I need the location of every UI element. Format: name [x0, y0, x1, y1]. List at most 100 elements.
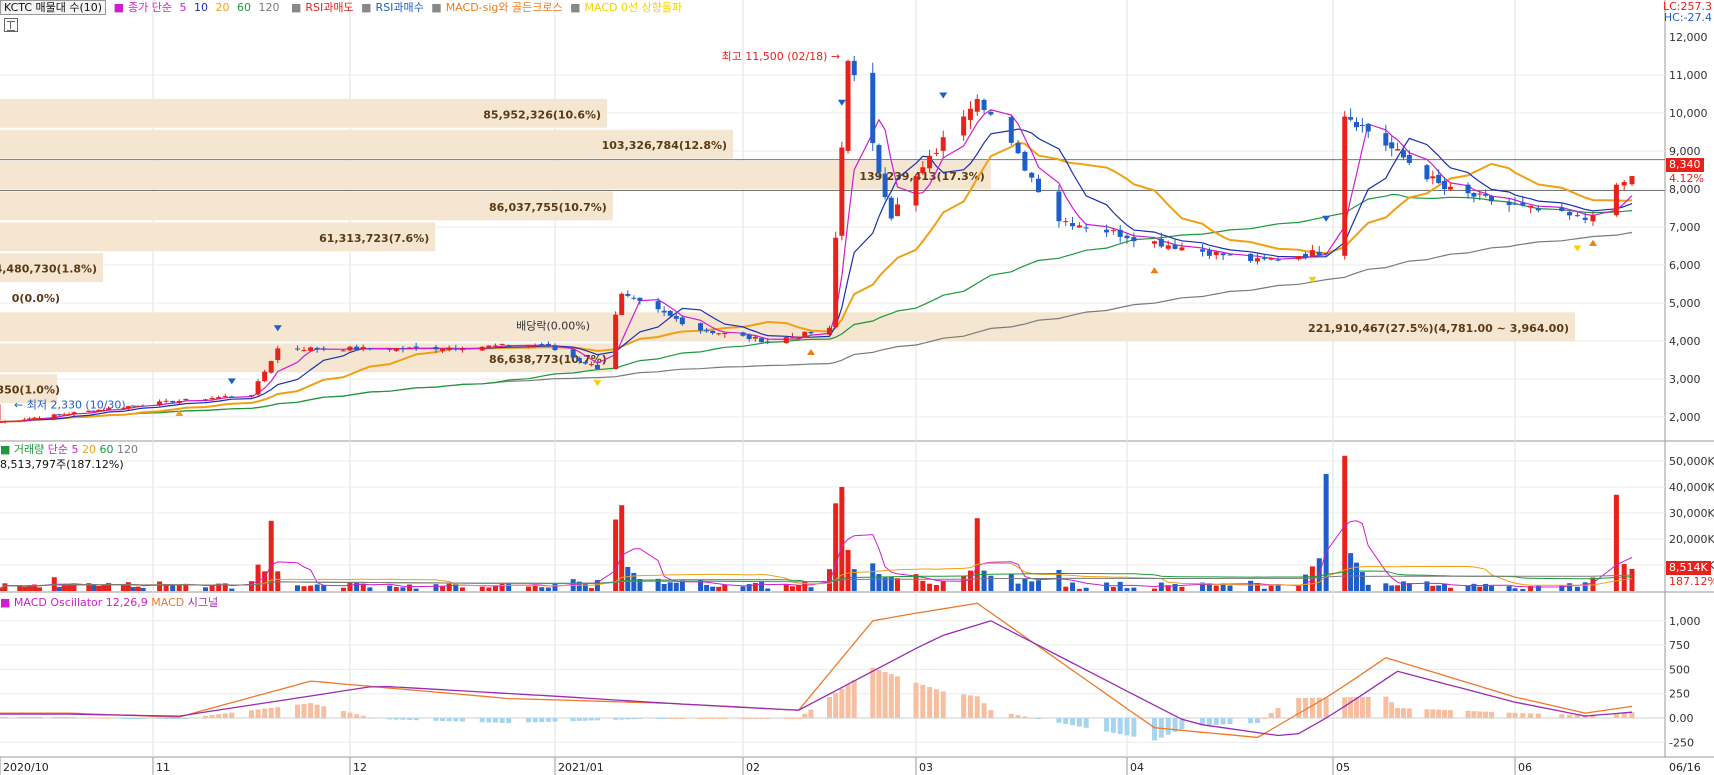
volume-tick-label: 30,000K — [1669, 507, 1714, 520]
macd-oscillator-bar — [927, 687, 933, 718]
volume-bar — [459, 587, 465, 591]
macd-oscillator-bar — [1213, 718, 1219, 725]
macd-oscillator-bar — [120, 718, 126, 719]
candle-body — [1389, 142, 1395, 149]
candle-body — [1359, 124, 1365, 126]
price-tick-label: 4,000 — [1669, 335, 1701, 348]
macd-oscillator-bar — [135, 718, 141, 719]
volume-bar — [933, 584, 939, 591]
volume-bar — [2, 583, 8, 591]
candle-body — [1424, 165, 1430, 180]
candle-body — [722, 332, 728, 335]
candle-body — [32, 417, 38, 419]
candle-body — [486, 345, 492, 348]
volume-bar — [1063, 586, 1069, 591]
candle-body — [1512, 203, 1518, 205]
macd-oscillator-bar — [1206, 718, 1212, 726]
candle-body — [209, 398, 215, 400]
price-tick-label: 5,000 — [1669, 297, 1701, 310]
price-tick-label: 12,000 — [1669, 31, 1708, 44]
candle-body — [888, 197, 894, 219]
volume-bar — [1512, 588, 1518, 591]
macd-oscillator-bar — [613, 718, 619, 720]
macd-oscillator-bar — [203, 715, 209, 718]
volume-bar — [1323, 474, 1329, 591]
candle-body — [655, 301, 661, 310]
candle-body — [940, 137, 946, 151]
candle-body — [752, 336, 758, 339]
candle-body — [827, 327, 832, 335]
macd-oscillator-bar — [486, 718, 492, 723]
macd-oscillator-bar — [0, 717, 3, 719]
candle-body — [1165, 245, 1171, 249]
candle-body — [1070, 223, 1076, 227]
candle-body — [974, 99, 980, 112]
macd-oscillator-bar — [588, 718, 594, 721]
candle-body — [56, 414, 62, 416]
macd-oscillator-bar — [783, 718, 789, 719]
candle-body — [17, 420, 23, 422]
volume-bar — [1395, 585, 1401, 591]
candle-body — [845, 60, 851, 151]
volume-bar — [486, 587, 492, 591]
candle-body — [967, 108, 973, 120]
candle-body — [1323, 253, 1329, 255]
candle-body — [71, 412, 77, 415]
macd-oscillator-bar — [407, 718, 413, 720]
volume-bar — [1465, 585, 1471, 591]
grid-toggle-icon[interactable] — [4, 18, 18, 32]
candle-body — [570, 349, 576, 358]
macd-oscillator-bar — [340, 711, 346, 718]
candle-body — [216, 397, 222, 399]
volume-bar — [920, 580, 926, 591]
macd-oscillator-bar — [1104, 718, 1110, 732]
volume-bar — [927, 583, 933, 591]
candle-body — [920, 167, 926, 174]
candle-body — [308, 347, 314, 351]
candle-body — [625, 294, 631, 296]
candle-body — [125, 406, 131, 409]
volume-bar — [1477, 586, 1483, 591]
candle-body — [1629, 176, 1635, 185]
chart-title[interactable]: KCTC 매물대 수(10) — [0, 0, 107, 15]
candle-body — [27, 418, 33, 421]
macd-oscillator-bar — [882, 671, 888, 718]
macd-oscillator-bar — [354, 714, 360, 718]
volume-bar — [101, 585, 107, 591]
volume-bar — [1535, 585, 1541, 591]
volume-profile-label: 86,638,773(10.7%) — [489, 353, 607, 366]
candle-body — [882, 173, 888, 198]
candle-body — [796, 337, 802, 339]
candle-body — [0, 421, 3, 423]
candle-body — [1465, 184, 1471, 194]
macd-oscillator-bar — [1436, 709, 1442, 718]
volume-bar — [759, 580, 765, 591]
macd-oscillator-bar — [789, 718, 795, 719]
volume-bar — [661, 583, 667, 591]
macd-tick-label: -250 — [1669, 736, 1694, 749]
volume-bar — [400, 587, 406, 591]
candle-body — [927, 155, 933, 169]
macd-oscillator-bar — [967, 695, 973, 718]
stock-chart[interactable]: 2,0003,0004,0005,0006,0007,0008,0009,000… — [0, 0, 1714, 775]
volume-bar — [176, 585, 182, 591]
candle-body — [1254, 258, 1260, 262]
volume-bar — [36, 587, 42, 591]
x-tick-label: 04 — [1130, 761, 1144, 774]
macd-oscillator-bar — [301, 703, 307, 718]
macd-oscillator-bar — [1131, 718, 1137, 737]
macd-oscillator-bar — [876, 669, 882, 718]
low-annotation: ← 최저 2,330 (10/30) — [14, 398, 126, 411]
macd-oscillator-bar — [679, 718, 685, 719]
candle-body — [1489, 196, 1495, 202]
macd-oscillator-bar — [655, 718, 661, 719]
volume-bar — [1117, 581, 1123, 591]
volume-bar — [981, 570, 987, 591]
candle-body — [140, 405, 146, 407]
volume-bar — [1022, 578, 1028, 591]
macd-oscillator-bar — [170, 718, 176, 719]
candle-body — [1506, 201, 1512, 205]
macd-oscillator-bar — [631, 718, 637, 720]
volume-bar — [0, 588, 3, 591]
macd-oscillator-bar — [920, 684, 926, 718]
